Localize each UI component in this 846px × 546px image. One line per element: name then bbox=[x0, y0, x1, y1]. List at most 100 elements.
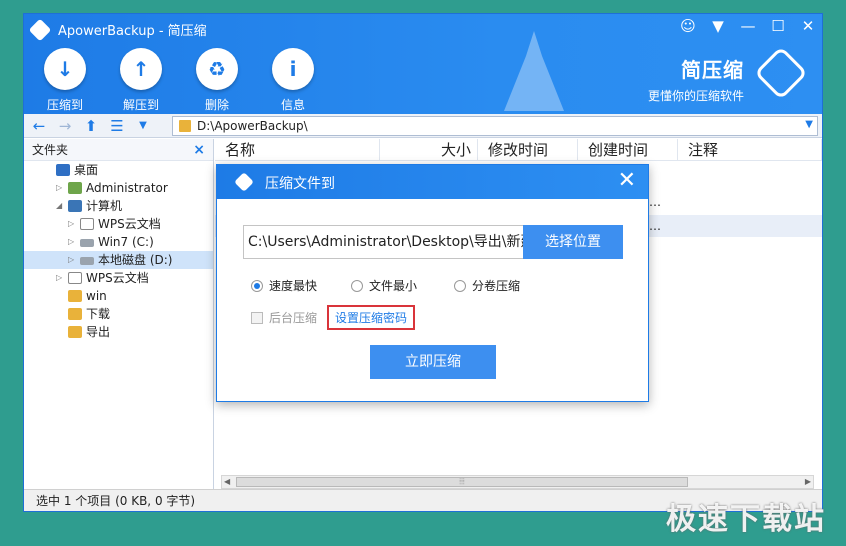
tree-item[interactable]: ▷ WPS云文档 bbox=[24, 269, 213, 287]
radio-indicator bbox=[454, 279, 466, 292]
tree-item-label: WPS云文档 bbox=[86, 271, 149, 285]
radio-smallest[interactable]: 文件最小 bbox=[351, 277, 454, 294]
extract-to-label: 解压到 bbox=[122, 98, 159, 112]
computer-icon bbox=[68, 200, 82, 212]
expander-icon[interactable]: ▷ bbox=[56, 269, 66, 287]
expander-icon[interactable]: ▷ bbox=[68, 251, 78, 269]
column-created[interactable]: 创建时间 bbox=[578, 139, 678, 160]
tree-item-label: Win7 (C:) bbox=[98, 235, 154, 249]
folder-tree: 桌面 ▷ Administrator ◢ 计算机 ▷ WPS云文档 ▷ Win7 (C:) ▷ 本地… bbox=[24, 161, 213, 341]
tree-item[interactable]: ▷ Win7 (C:) bbox=[24, 233, 213, 251]
dialog-close-button[interactable]: ✕ bbox=[618, 169, 636, 193]
choose-location-button[interactable]: 选择位置 bbox=[523, 225, 623, 259]
extract-to-button[interactable]: ↑ 解压到 bbox=[114, 48, 168, 113]
scroll-left-icon[interactable]: ◀ bbox=[224, 476, 230, 488]
feedback-icon[interactable]: ☺ bbox=[680, 17, 696, 35]
scroll-right-icon[interactable]: ▶ bbox=[805, 476, 811, 488]
tree-item-label: 计算机 bbox=[86, 199, 123, 213]
address-bar: ← → ⬆ ☰ ▼ D:\ApowerBackup\ ▼ bbox=[24, 114, 822, 138]
column-name[interactable]: 名称 bbox=[215, 139, 380, 160]
radio-fastest-label: 速度最快 bbox=[269, 279, 318, 293]
brand-name: 简压缩 bbox=[681, 58, 744, 82]
tree-item[interactable]: 桌面 bbox=[24, 161, 213, 179]
expander-icon[interactable]: ◢ bbox=[56, 197, 66, 215]
folder-icon bbox=[68, 326, 82, 338]
desktop-icon bbox=[56, 164, 70, 176]
folder-panel-header: 文件夹 × bbox=[24, 139, 213, 161]
forward-arrow-icon[interactable]: → bbox=[54, 115, 76, 137]
expander-icon[interactable]: ▷ bbox=[68, 233, 78, 251]
dialog-title: 压缩文件到 bbox=[265, 176, 335, 192]
radio-smallest-label: 文件最小 bbox=[369, 279, 418, 293]
close-icon[interactable]: × bbox=[193, 139, 205, 161]
compress-now-button[interactable]: 立即压缩 bbox=[370, 345, 496, 379]
minimize-button[interactable]: — bbox=[740, 17, 756, 35]
path-field[interactable]: D:\ApowerBackup\ ▼ bbox=[172, 116, 818, 136]
app-logo-icon bbox=[234, 172, 254, 192]
tree-item-label: 桌面 bbox=[74, 163, 99, 177]
delete-label: 删除 bbox=[204, 98, 229, 112]
tree-item-label: win bbox=[86, 289, 107, 303]
row-fragment: … bbox=[649, 195, 661, 209]
folder-panel-title: 文件夹 bbox=[32, 143, 69, 157]
titlebar: ApowerBackup - 简压缩 bbox=[28, 18, 207, 41]
brand-logo-icon bbox=[754, 46, 808, 100]
watermark: 极速下载站 bbox=[666, 502, 826, 537]
destination-path-input[interactable]: C:\Users\Administrator\Desktop\导出\新建 bbox=[243, 225, 523, 259]
window-controls: ☺ ▼ — ☐ ✕ bbox=[680, 17, 816, 35]
folder-icon bbox=[179, 120, 191, 132]
upload-arrow-icon: ↑ bbox=[120, 48, 162, 90]
scroll-thumb[interactable]: ⦙⦙⦙ bbox=[236, 477, 688, 487]
view-dropdown-icon[interactable]: ▼ bbox=[132, 115, 154, 137]
up-folder-icon[interactable]: ⬆ bbox=[80, 115, 102, 137]
tree-item[interactable]: win bbox=[24, 287, 213, 305]
tree-item[interactable]: ◢ 计算机 bbox=[24, 197, 213, 215]
tree-item[interactable]: 导出 bbox=[24, 323, 213, 341]
back-arrow-icon[interactable]: ← bbox=[28, 115, 50, 137]
column-modified[interactable]: 修改时间 bbox=[478, 139, 578, 160]
menu-dropdown-icon[interactable]: ▼ bbox=[710, 17, 726, 35]
tree-item-label: 下载 bbox=[86, 307, 111, 321]
compress-to-button[interactable]: ↓ 压缩到 bbox=[38, 48, 92, 113]
tree-item[interactable]: ▷ Administrator bbox=[24, 179, 213, 197]
brand: 简压缩 更懂你的压缩软件 bbox=[648, 54, 744, 104]
compress-to-label: 压缩到 bbox=[46, 98, 83, 112]
path-dropdown-icon[interactable]: ▼ bbox=[805, 119, 813, 130]
info-label: 信息 bbox=[280, 98, 305, 112]
compression-mode-options: 速度最快 文件最小 分卷压缩 bbox=[251, 277, 520, 294]
recycle-bin-icon: ♻ bbox=[196, 48, 238, 90]
delete-button[interactable]: ♻ 删除 bbox=[190, 48, 244, 113]
radio-split-volume-label: 分卷压缩 bbox=[472, 279, 521, 293]
dialog-titlebar: 压缩文件到 ✕ bbox=[217, 165, 648, 199]
tree-item[interactable]: ▷ 本地磁盘 (D:) bbox=[24, 251, 213, 269]
column-headers: 名称 大小 修改时间 创建时间 注释 bbox=[215, 139, 822, 161]
tree-item[interactable]: ▷ WPS云文档 bbox=[24, 215, 213, 233]
folder-panel: 文件夹 × 桌面 ▷ Administrator ◢ 计算机 ▷ WPS云文档 ▷ Win7 (… bbox=[24, 139, 214, 491]
maximize-button[interactable]: ☐ bbox=[770, 17, 786, 35]
drive-icon bbox=[80, 257, 94, 265]
window-title: ApowerBackup - 简压缩 bbox=[58, 24, 207, 39]
path-text: D:\ApowerBackup\ bbox=[197, 119, 308, 133]
view-list-icon[interactable]: ☰ bbox=[106, 115, 128, 137]
folder-icon bbox=[68, 308, 82, 320]
radio-split-volume[interactable]: 分卷压缩 bbox=[454, 277, 520, 294]
tree-item-label: Administrator bbox=[86, 181, 168, 195]
radio-fastest[interactable]: 速度最快 bbox=[251, 277, 351, 294]
column-size[interactable]: 大小 bbox=[380, 139, 478, 160]
background-compress-checkbox[interactable] bbox=[251, 311, 263, 324]
row-fragment: … bbox=[649, 219, 661, 233]
horizontal-scrollbar[interactable]: ◀ ⦙⦙⦙ ▶ bbox=[221, 475, 814, 489]
tree-item[interactable]: 下载 bbox=[24, 305, 213, 323]
doc-icon bbox=[80, 218, 94, 230]
app-logo-icon bbox=[28, 18, 52, 41]
info-icon: i bbox=[272, 48, 314, 90]
expander-icon[interactable]: ▷ bbox=[56, 179, 66, 197]
info-button[interactable]: i 信息 bbox=[266, 48, 320, 113]
download-arrow-icon: ↓ bbox=[44, 48, 86, 90]
column-comment[interactable]: 注释 bbox=[678, 139, 822, 160]
compress-dialog: 压缩文件到 ✕ C:\Users\Administrator\Desktop\导… bbox=[216, 164, 649, 402]
toolbar: ↓ 压缩到 ↑ 解压到 ♻ 删除 i 信息 bbox=[38, 48, 320, 113]
set-password-link[interactable]: 设置压缩密码 bbox=[327, 305, 416, 330]
expander-icon[interactable]: ▷ bbox=[68, 215, 78, 233]
close-button[interactable]: ✕ bbox=[800, 17, 816, 35]
